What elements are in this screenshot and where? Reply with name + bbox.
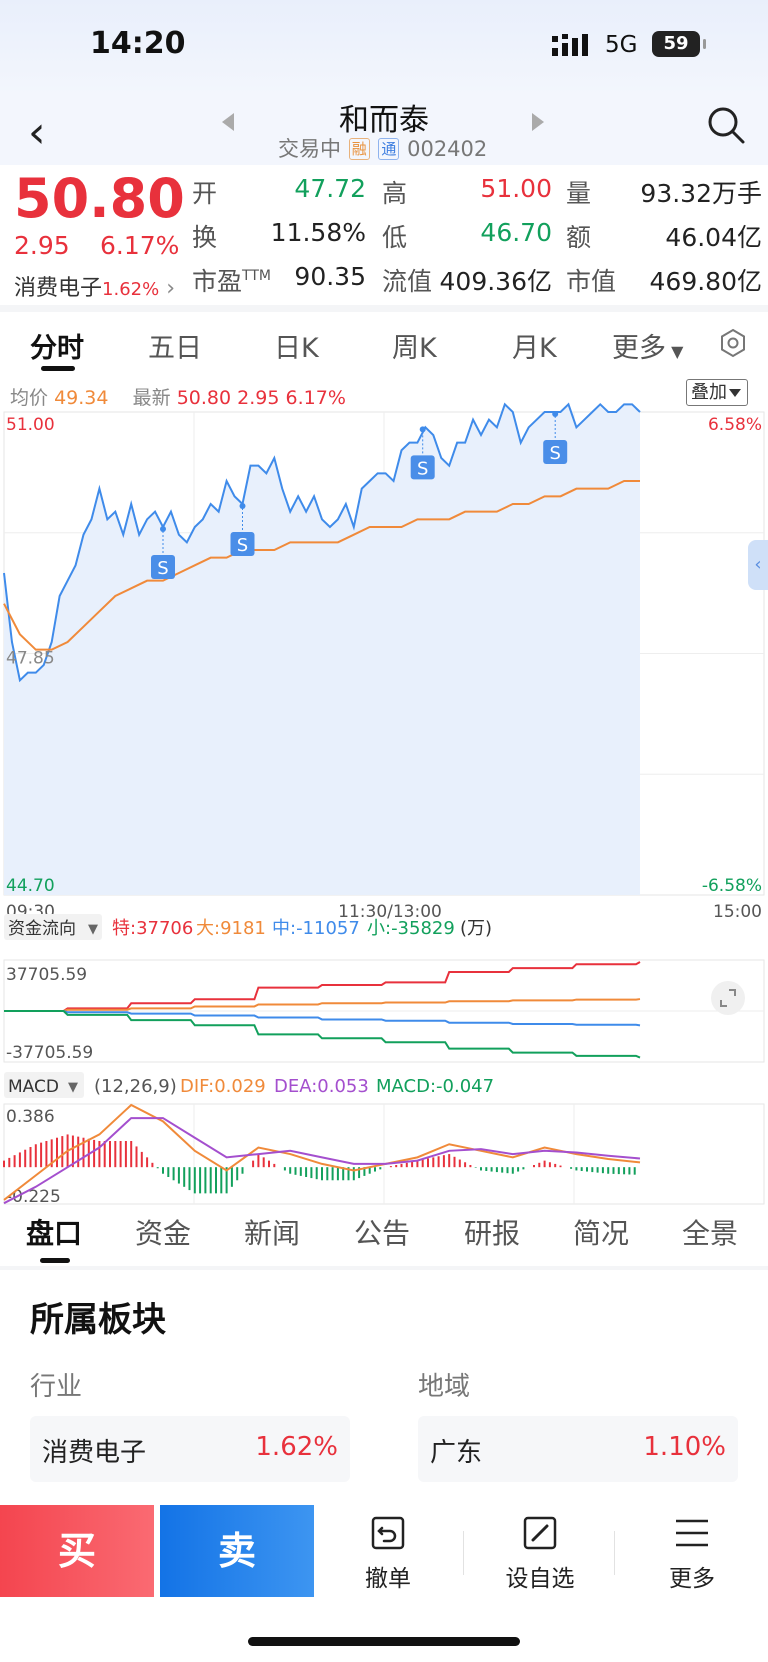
caret-down-icon: ▼: [88, 922, 98, 937]
region-label: 地域: [418, 1372, 471, 1402]
flow-dropdown-label: 资金流向: [8, 919, 76, 939]
industry-label: 行业: [30, 1372, 83, 1402]
tab-announcements[interactable]: 公告: [354, 1212, 410, 1252]
macd-params: (12,26,9): [94, 1076, 177, 1097]
add-watchlist-label: 设自选: [505, 1566, 575, 1592]
flow-legend-item: 大:9181: [196, 918, 266, 939]
active-tab-indicator: [40, 1258, 70, 1263]
divider: [463, 1531, 464, 1575]
tab-profile[interactable]: 简况: [573, 1212, 629, 1252]
signal-marker-label: S: [237, 535, 248, 556]
y-tick-label: 6.58%: [708, 415, 762, 435]
tab-news[interactable]: 新闻: [244, 1212, 300, 1252]
undo-icon: [371, 1516, 405, 1550]
industry-card[interactable]: 消费电子 1.62%: [30, 1416, 350, 1482]
flow-legend-item: 特:37706: [112, 918, 193, 939]
price-area: [4, 404, 640, 895]
section-title: 所属板块: [30, 1300, 166, 1340]
flow-unit: (万): [460, 918, 492, 939]
signal-dot: [419, 426, 426, 433]
x-tick-label: 15:00: [713, 902, 762, 922]
tab-overview[interactable]: 全景: [682, 1212, 738, 1252]
y-tick-label: 37705.59: [6, 965, 87, 985]
cancel-order-label: 撤单: [365, 1566, 411, 1592]
y-tick-label: -37705.59: [6, 1043, 93, 1063]
caret-down-icon: ▼: [68, 1080, 78, 1095]
signal-marker-label: S: [417, 458, 428, 479]
signal-marker-label: S: [157, 558, 168, 579]
signal-dot: [239, 503, 246, 509]
region-name: 广东: [430, 1438, 483, 1468]
y-tick-label: 44.70: [6, 876, 55, 896]
expand-icon: [711, 981, 745, 1015]
buy-button[interactable]: 买: [0, 1505, 154, 1597]
side-panel-handle[interactable]: ‹: [748, 540, 768, 590]
divider: [614, 1531, 615, 1575]
divider: [0, 1266, 768, 1270]
macd-legend-item: MACD:-0.047: [376, 1076, 494, 1097]
signal-dot: [552, 411, 559, 417]
home-indicator: [248, 1637, 520, 1646]
app-root: 14:20 5G 59 ‹ 和而泰 交易中 融 通 002402 50.80 2…: [0, 0, 768, 1662]
flow-legend-item: 中:-11057: [272, 918, 360, 939]
tab-order-book[interactable]: 盘口: [26, 1212, 82, 1252]
y-tick-label: 51.00: [6, 415, 55, 435]
more-label: 更多: [669, 1566, 715, 1592]
y-tick-label: -6.58%: [702, 876, 762, 896]
macd-dropdown-label: MACD: [8, 1077, 59, 1097]
bottom-action-bar: 买 卖 撤单 设自选 更多: [0, 1505, 768, 1662]
industry-name: 消费电子: [42, 1438, 147, 1468]
y-tick-label: 0.386: [6, 1107, 55, 1127]
add-watchlist-button[interactable]: 设自选: [480, 1515, 600, 1593]
signal-dot: [160, 526, 166, 532]
sell-button[interactable]: 卖: [160, 1505, 314, 1597]
industry-pct: 1.62%: [255, 1432, 338, 1462]
charts-area[interactable]: SSSS51.0047.8544.706.58%-6.58%09:30 11:30…: [0, 0, 768, 1208]
edit-icon: [523, 1516, 557, 1550]
signal-marker-label: S: [549, 443, 560, 464]
region-pct: 1.10%: [643, 1432, 726, 1462]
flow-line: [4, 1010, 641, 1059]
flow-line: [4, 1010, 641, 1027]
flow-line: [4, 998, 641, 1012]
y-tick-label: 47.85: [6, 649, 55, 669]
menu-icon: [676, 1519, 708, 1547]
detail-tabs: 盘口 资金 新闻 公告 研报 简况 全景: [0, 1208, 768, 1266]
cancel-order-button[interactable]: 撤单: [328, 1515, 448, 1593]
tab-capital[interactable]: 资金: [135, 1212, 191, 1252]
macd-legend-item: DIF:0.029: [180, 1076, 266, 1097]
macd-legend-item: DEA:0.053: [274, 1076, 369, 1097]
region-card[interactable]: 广东 1.10%: [418, 1416, 738, 1482]
tab-research[interactable]: 研报: [464, 1212, 520, 1252]
flow-legend-item: 小:-35829: [367, 918, 455, 939]
more-button[interactable]: 更多: [632, 1515, 752, 1593]
